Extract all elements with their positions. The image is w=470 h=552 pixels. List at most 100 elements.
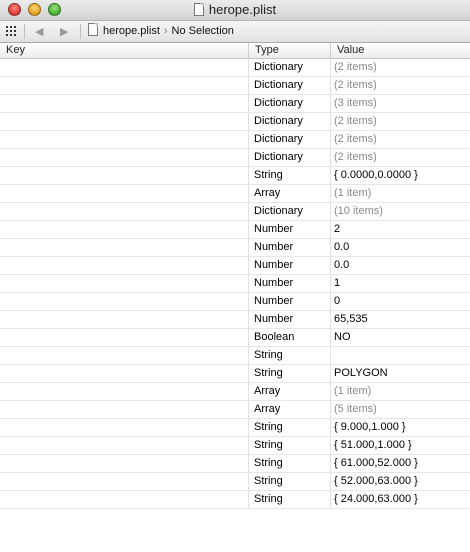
type-cell[interactable]: Number	[254, 311, 330, 328]
value-cell[interactable]: 0.0	[334, 257, 470, 274]
column-divider	[330, 95, 331, 113]
column-divider	[330, 185, 331, 203]
value-cell[interactable]: 0	[334, 293, 470, 310]
value-cell[interactable]: { 24.000,63.000 }	[334, 491, 470, 508]
type-cell[interactable]: String	[254, 437, 330, 454]
column-divider	[248, 419, 249, 437]
value-cell[interactable]: { 51.000,1.000 }	[334, 437, 470, 454]
value-cell[interactable]: (3 items)	[334, 95, 470, 112]
type-cell[interactable]: String	[254, 491, 330, 508]
plist-row[interactable]: ▼fixturesArray(1 item)	[0, 185, 470, 203]
type-cell[interactable]: Number	[254, 275, 330, 292]
type-cell[interactable]: Boolean	[254, 329, 330, 346]
column-divider	[330, 437, 331, 455]
type-cell[interactable]: Dictionary	[254, 113, 330, 130]
plist-row[interactable]: filter_categoryBitsNumber1	[0, 275, 470, 293]
type-cell[interactable]: Dictionary	[254, 149, 330, 166]
type-cell[interactable]: String	[254, 365, 330, 382]
value-cell[interactable]: 1	[334, 275, 470, 292]
plist-row[interactable]: restitutionNumber0.0	[0, 257, 470, 275]
value-cell[interactable]: (2 items)	[334, 113, 470, 130]
plist-row[interactable]: ▼Item 0Array(5 items)	[0, 401, 470, 419]
plist-row[interactable]: Item 3String{ 52.000,63.000 }	[0, 473, 470, 491]
column-divider	[248, 149, 249, 167]
value-cell[interactable]: (10 items)	[334, 203, 470, 220]
type-cell[interactable]: Dictionary	[254, 77, 330, 94]
breadcrumb-file[interactable]: herope.plist	[103, 25, 160, 37]
value-cell[interactable]: NO	[334, 329, 470, 346]
type-cell[interactable]: Dictionary	[254, 95, 330, 112]
value-cell[interactable]: 65,535	[334, 311, 470, 328]
related-items-grid-icon[interactable]	[6, 26, 18, 37]
type-cell[interactable]: String	[254, 455, 330, 472]
plist-row[interactable]: idString	[0, 347, 470, 365]
column-divider	[248, 257, 249, 275]
plist-row[interactable]: ▼bodiesDictionary(3 items)	[0, 95, 470, 113]
plist-row[interactable]: filter_maskBitsNumber65,535	[0, 311, 470, 329]
plist-row[interactable]: ▶boyhitDictionary(2 items)	[0, 113, 470, 131]
back-arrow-icon[interactable]: ◀	[35, 25, 43, 38]
type-cell[interactable]: Number	[254, 239, 330, 256]
type-cell[interactable]: Array	[254, 383, 330, 400]
plist-row[interactable]: frictionNumber0.0	[0, 239, 470, 257]
plist-row[interactable]: ▼RootDictionary(2 items)	[0, 59, 470, 77]
plist-row[interactable]: Item 4String{ 24.000,63.000 }	[0, 491, 470, 509]
column-divider	[330, 149, 331, 167]
plist-row[interactable]: ▶boyjumpDictionary(2 items)	[0, 131, 470, 149]
value-cell[interactable]: { 61.000,52.000 }	[334, 455, 470, 472]
type-cell[interactable]: String	[254, 347, 330, 364]
value-cell[interactable]: (1 item)	[334, 185, 470, 202]
value-cell[interactable]: { 9.000,1.000 }	[334, 419, 470, 436]
forward-arrow-icon[interactable]: ▶	[60, 25, 68, 38]
document-icon	[193, 3, 204, 16]
type-cell[interactable]: String	[254, 419, 330, 436]
type-cell[interactable]: Array	[254, 185, 330, 202]
plist-row[interactable]: filter_groupIndexNumber0	[0, 293, 470, 311]
plist-row[interactable]: ▼boyrunDictionary(2 items)	[0, 149, 470, 167]
value-cell[interactable]: POLYGON	[334, 365, 470, 382]
column-divider	[248, 95, 249, 113]
value-cell[interactable]: (5 items)	[334, 401, 470, 418]
window-title: herope.plist	[208, 2, 277, 17]
type-cell[interactable]: Number	[254, 293, 330, 310]
value-cell[interactable]: 2	[334, 221, 470, 238]
plist-row[interactable]: fixture_typeStringPOLYGON	[0, 365, 470, 383]
plist-row[interactable]: Item 2String{ 61.000,52.000 }	[0, 455, 470, 473]
value-cell[interactable]: 0.0	[334, 239, 470, 256]
plist-row[interactable]: densityNumber2	[0, 221, 470, 239]
value-cell[interactable]: (2 items)	[334, 59, 470, 76]
plist-row[interactable]: Item 1String{ 51.000,1.000 }	[0, 437, 470, 455]
plist-row[interactable]: ▼polygonsArray(1 item)	[0, 383, 470, 401]
type-cell[interactable]: Number	[254, 257, 330, 274]
type-cell[interactable]: Dictionary	[254, 203, 330, 220]
value-cell[interactable]: (2 items)	[334, 77, 470, 94]
type-cell[interactable]: String	[254, 473, 330, 490]
breadcrumb-selection[interactable]: No Selection	[172, 25, 234, 37]
value-cell[interactable]: { 52.000,63.000 }	[334, 473, 470, 490]
value-cell[interactable]: { 0.0000,0.0000 }	[334, 167, 470, 184]
type-cell[interactable]: String	[254, 167, 330, 184]
plist-row[interactable]: isSensorBooleanNO	[0, 329, 470, 347]
value-cell[interactable]: (2 items)	[334, 149, 470, 166]
type-cell[interactable]: Array	[254, 401, 330, 418]
column-divider	[330, 455, 331, 473]
window-title-area: herope.plist	[0, 0, 470, 20]
plist-row[interactable]: anchorpointString{ 0.0000,0.0000 }	[0, 167, 470, 185]
column-divider	[330, 365, 331, 383]
plist-row[interactable]: Item 0String{ 9.000,1.000 }	[0, 419, 470, 437]
value-cell[interactable]: (2 items)	[334, 131, 470, 148]
type-cell[interactable]: Dictionary	[254, 59, 330, 76]
column-divider	[330, 311, 331, 329]
column-divider	[330, 293, 331, 311]
column-divider	[330, 113, 331, 131]
type-cell[interactable]: Number	[254, 221, 330, 238]
plist-row[interactable]: ▼Item 0Dictionary(10 items)	[0, 203, 470, 221]
column-divider	[248, 293, 249, 311]
type-cell[interactable]: Dictionary	[254, 131, 330, 148]
type-column-header[interactable]: Type	[248, 43, 330, 58]
value-cell[interactable]: (1 item)	[334, 383, 470, 400]
column-divider	[248, 185, 249, 203]
plist-row[interactable]: ▶metadataDictionary(2 items)	[0, 77, 470, 95]
value-column-header[interactable]: Value	[330, 43, 470, 58]
key-column-header[interactable]: Key	[0, 43, 248, 58]
